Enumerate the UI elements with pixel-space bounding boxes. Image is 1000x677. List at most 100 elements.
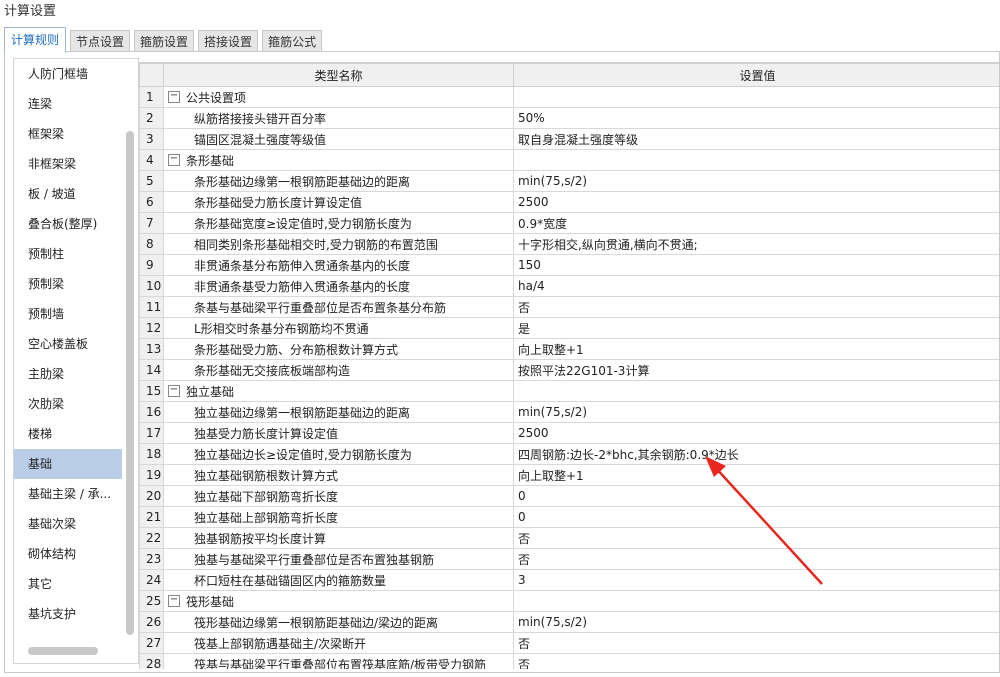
- setting-value-cell[interactable]: 2500: [513, 422, 999, 444]
- setting-value-cell[interactable]: 是: [513, 317, 999, 339]
- row-number: 19: [139, 464, 164, 486]
- sidebar-item[interactable]: 板 / 坡道: [14, 179, 122, 209]
- setting-value-cell[interactable]: 0: [513, 506, 999, 528]
- group-row[interactable]: 25− 筏形基础: [139, 590, 999, 612]
- setting-value-cell[interactable]: 四周钢筋:边长-2*bhc,其余钢筋:0.9*边长: [513, 443, 999, 465]
- group-label: 公共设置项: [186, 90, 247, 105]
- setting-value-cell[interactable]: [513, 380, 999, 402]
- table-row[interactable]: 23 独基与基础梁平行重叠部位是否布置独基钢筋 否: [139, 548, 999, 570]
- type-name-cell: 筏基上部钢筋遇基础主/次梁断开: [163, 632, 514, 654]
- table-row[interactable]: 17 独基受力筋长度计算设定值 2500: [139, 422, 999, 444]
- sidebar-item[interactable]: 基础: [14, 449, 122, 479]
- table-row[interactable]: 16 独立基础边缘第一根钢筋距基础边的距离 min(75,s/2): [139, 401, 999, 423]
- table-row[interactable]: 27 筏基上部钢筋遇基础主/次梁断开 否: [139, 632, 999, 654]
- setting-value-cell[interactable]: 否: [513, 548, 999, 570]
- table-row[interactable]: 19 独立基础钢筋根数计算方式 向上取整+1: [139, 464, 999, 486]
- sidebar-item[interactable]: 框架梁: [14, 119, 122, 149]
- setting-label: 条形基础宽度≥设定值时,受力钢筋长度为: [194, 216, 412, 231]
- setting-value-cell[interactable]: min(75,s/2): [513, 401, 999, 423]
- table-row[interactable]: 10 非贯通条基受力筋伸入贯通条基内的长度 ha/4: [139, 275, 999, 297]
- table-row[interactable]: 24 杯口短柱在基础锚固区内的箍筋数量 3: [139, 569, 999, 591]
- type-name-header: 类型名称: [163, 63, 514, 87]
- group-row[interactable]: 15− 独立基础: [139, 380, 999, 402]
- sidebar-vertical-scrollbar[interactable]: [126, 131, 134, 635]
- setting-value-cell[interactable]: 150: [513, 254, 999, 276]
- setting-value-cell[interactable]: 十字形相交,纵向贯通,横向不贯通;: [513, 233, 999, 255]
- sidebar-item[interactable]: 基础主梁 / 承...: [14, 479, 122, 509]
- table-row[interactable]: 14 条形基础无交接底板端部构造 按照平法22G101-3计算: [139, 359, 999, 381]
- setting-value-cell[interactable]: min(75,s/2): [513, 170, 999, 192]
- table-row[interactable]: 11 条基与基础梁平行重叠部位是否布置条基分布筋 否: [139, 296, 999, 318]
- type-name-cell: − 条形基础: [163, 149, 514, 171]
- type-name-cell: L形相交时条基分布钢筋均不贯通: [163, 317, 514, 339]
- table-row[interactable]: 26 筏形基础边缘第一根钢筋距基础边/梁边的距离 min(75,s/2): [139, 611, 999, 633]
- table-row[interactable]: 22 独基钢筋按平均长度计算 否: [139, 527, 999, 549]
- setting-value-cell[interactable]: 3: [513, 569, 999, 591]
- sidebar-item[interactable]: 非框架梁: [14, 149, 122, 179]
- sidebar-item[interactable]: 基础次梁: [14, 509, 122, 539]
- table-row[interactable]: 18 独立基础边长≥设定值时,受力钢筋长度为 四周钢筋:边长-2*bhc,其余钢筋:…: [139, 443, 999, 465]
- sidebar-horizontal-scrollbar[interactable]: [28, 647, 98, 655]
- sidebar-item[interactable]: 空心楼盖板: [14, 329, 122, 359]
- tab-1[interactable]: 节点设置: [70, 30, 131, 53]
- sidebar-item[interactable]: 砌体结构: [14, 539, 122, 569]
- tab-0[interactable]: 计算规则: [4, 27, 67, 53]
- type-name-cell: 非贯通条基分布筋伸入贯通条基内的长度: [163, 254, 514, 276]
- setting-value-cell[interactable]: 按照平法22G101-3计算: [513, 359, 999, 381]
- row-number: 11: [139, 296, 164, 318]
- collapse-toggle-icon[interactable]: −: [168, 595, 180, 607]
- group-row[interactable]: 4− 条形基础: [139, 149, 999, 171]
- setting-value-cell[interactable]: 否: [513, 653, 999, 669]
- sidebar-item[interactable]: 预制柱: [14, 239, 122, 269]
- tab-4[interactable]: 箍筋公式: [262, 30, 323, 53]
- collapse-toggle-icon[interactable]: −: [168, 385, 180, 397]
- type-name-cell: 相同类别条形基础相交时,受力钢筋的布置范围: [163, 233, 514, 255]
- table-row[interactable]: 2 纵筋搭接接头错开百分率 50%: [139, 107, 999, 129]
- table-row[interactable]: 3 锚固区混凝土强度等级值 取自身混凝土强度等级: [139, 128, 999, 150]
- table-row[interactable]: 12 L形相交时条基分布钢筋均不贯通 是: [139, 317, 999, 339]
- table-row[interactable]: 20 独立基础下部钢筋弯折长度 0: [139, 485, 999, 507]
- table-row[interactable]: 9 非贯通条基分布筋伸入贯通条基内的长度 150: [139, 254, 999, 276]
- table-row[interactable]: 21 独立基础上部钢筋弯折长度 0: [139, 506, 999, 528]
- table-row[interactable]: 28 筏基与基础梁平行重叠部位布置筏基底筋/板带受力钢筋 否: [139, 653, 999, 669]
- setting-value-cell[interactable]: 取自身混凝土强度等级: [513, 128, 999, 150]
- sidebar-item[interactable]: 次肋梁: [14, 389, 122, 419]
- setting-value-cell[interactable]: 0: [513, 485, 999, 507]
- setting-value-cell[interactable]: min(75,s/2): [513, 611, 999, 633]
- setting-value-cell[interactable]: 否: [513, 632, 999, 654]
- collapse-toggle-icon[interactable]: −: [168, 91, 180, 103]
- sidebar-item[interactable]: 主肋梁: [14, 359, 122, 389]
- sidebar-item[interactable]: 叠合板(整厚): [14, 209, 122, 239]
- type-name-cell: − 独立基础: [163, 380, 514, 402]
- group-row[interactable]: 1− 公共设置项: [139, 86, 999, 108]
- table-row[interactable]: 13 条形基础受力筋、分布筋根数计算方式 向上取整+1: [139, 338, 999, 360]
- setting-value-cell[interactable]: ha/4: [513, 275, 999, 297]
- table-row[interactable]: 5 条形基础边缘第一根钢筋距基础边的距离 min(75,s/2): [139, 170, 999, 192]
- setting-value-cell[interactable]: 向上取整+1: [513, 464, 999, 486]
- sidebar-item[interactable]: 预制墙: [14, 299, 122, 329]
- table-row[interactable]: 6 条形基础受力筋长度计算设定值 2500: [139, 191, 999, 213]
- setting-value-cell[interactable]: 向上取整+1: [513, 338, 999, 360]
- tab-2[interactable]: 箍筋设置: [134, 30, 195, 53]
- type-name-cell: 筏基与基础梁平行重叠部位布置筏基底筋/板带受力钢筋: [163, 653, 514, 669]
- table-row[interactable]: 7 条形基础宽度≥设定值时,受力钢筋长度为 0.9*宽度: [139, 212, 999, 234]
- setting-value-cell[interactable]: 否: [513, 296, 999, 318]
- collapse-toggle-icon[interactable]: −: [168, 154, 180, 166]
- sidebar-item[interactable]: 连梁: [14, 89, 122, 119]
- setting-value-cell[interactable]: 0.9*宽度: [513, 212, 999, 234]
- sidebar-item[interactable]: 其它: [14, 569, 122, 599]
- setting-value-cell[interactable]: 否: [513, 527, 999, 549]
- table-row[interactable]: 8 相同类别条形基础相交时,受力钢筋的布置范围 十字形相交,纵向贯通,横向不贯通;: [139, 233, 999, 255]
- sidebar-item[interactable]: 预制梁: [14, 269, 122, 299]
- setting-value-cell[interactable]: [513, 86, 999, 108]
- row-number: 27: [139, 632, 164, 654]
- sidebar-item[interactable]: 基坑支护: [14, 599, 122, 629]
- sidebar-item[interactable]: 人防门框墙: [14, 59, 122, 89]
- setting-value-cell[interactable]: [513, 149, 999, 171]
- setting-value-cell[interactable]: 50%: [513, 107, 999, 129]
- sidebar-item[interactable]: 楼梯: [14, 419, 122, 449]
- setting-value-cell[interactable]: 2500: [513, 191, 999, 213]
- row-number: 10: [139, 275, 164, 297]
- tab-3[interactable]: 搭接设置: [198, 30, 259, 53]
- setting-value-cell[interactable]: [513, 590, 999, 612]
